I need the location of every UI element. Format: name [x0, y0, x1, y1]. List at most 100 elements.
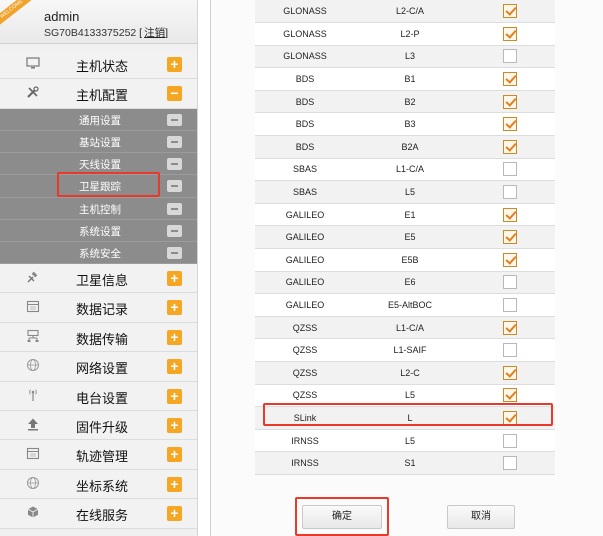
minus-icon: [167, 158, 182, 171]
menu-item-network-settings[interactable]: 网络设置 +: [0, 352, 197, 382]
checkbox-cell: [465, 135, 555, 159]
track-checkbox[interactable]: [503, 456, 517, 471]
expand-plus-icon[interactable]: +: [167, 388, 182, 404]
user-header: WELCOME admin SG70B4133375252 [注销]: [0, 0, 197, 44]
track-checkbox[interactable]: [503, 72, 517, 87]
table-row: GALILEO E5B: [255, 248, 555, 272]
signal-cell: L5: [355, 384, 465, 408]
cancel-button[interactable]: 取消: [447, 505, 515, 529]
track-checkbox[interactable]: [503, 410, 517, 425]
device-serial: SG70B4133375252: [44, 27, 137, 39]
table-row: GLONASS L2-P: [255, 22, 555, 46]
gnss-system-cell: GLONASS: [255, 22, 355, 46]
table-row: GALILEO E5-AltBOC: [255, 293, 555, 317]
menu-item-label: 轨迹管理: [76, 449, 129, 465]
track-checkbox[interactable]: [503, 162, 517, 177]
menu-item-coordinate-system[interactable]: 坐标系统 +: [0, 469, 197, 500]
track-checkbox[interactable]: [503, 139, 517, 154]
expand-plus-icon[interactable]: +: [167, 418, 182, 434]
menu-item-host-status[interactable]: 主机状态 +: [0, 50, 197, 80]
gnss-system-cell: GALILEO: [255, 293, 355, 317]
table-row: QZSS L2-C: [255, 361, 555, 385]
expand-plus-icon[interactable]: +: [167, 476, 182, 492]
track-checkbox[interactable]: [503, 433, 517, 448]
submenu-item-base-station[interactable]: 基站设置: [0, 131, 197, 154]
submenu-label: 卫星跟踪: [79, 181, 121, 194]
radio-icon: [25, 388, 41, 404]
menu-item-label: 坐标系统: [76, 478, 129, 494]
submenu-item-system-settings[interactable]: 系统设置: [0, 220, 197, 242]
menu-item-label: 数据传输: [76, 331, 129, 347]
menu-item-firmware-upgrade[interactable]: 固件升级 +: [0, 411, 197, 441]
globe-icon: [25, 358, 41, 374]
table-row: GLONASS L2-C/A: [255, 0, 555, 24]
track-checkbox[interactable]: [503, 4, 517, 19]
minus-icon: [167, 180, 182, 193]
track-checkbox[interactable]: [503, 275, 517, 290]
table-row: SBAS L5: [255, 180, 555, 204]
table-row: QZSS L5: [255, 384, 555, 408]
expand-plus-icon[interactable]: +: [167, 57, 182, 72]
submenu-item-host-control[interactable]: 主机控制: [0, 198, 197, 220]
checkbox-cell: [465, 22, 555, 46]
submenu-item-system-security[interactable]: 系统安全: [0, 242, 197, 265]
expand-plus-icon[interactable]: +: [167, 359, 182, 375]
checkbox-cell: [465, 203, 555, 227]
gnss-system-cell: SBAS: [255, 158, 355, 182]
gnss-system-cell: QZSS: [255, 338, 355, 362]
expand-plus-icon[interactable]: +: [167, 506, 182, 522]
checkbox-cell: [465, 406, 555, 430]
signal-cell: E1: [355, 203, 465, 227]
submenu-item-general[interactable]: 通用设置: [0, 109, 197, 131]
monitor-icon: [25, 56, 41, 72]
expand-plus-icon[interactable]: +: [167, 329, 182, 345]
track-checkbox[interactable]: [503, 117, 517, 132]
host-config-submenu: 通用设置 基站设置 天线设置 卫星跟踪 主机控制 系统设置 系统安全: [0, 108, 197, 265]
signal-cell: B2A: [355, 135, 465, 159]
track-checkbox[interactable]: [503, 320, 517, 335]
submenu-item-antenna[interactable]: 天线设置: [0, 153, 197, 176]
track-checkbox[interactable]: [503, 94, 517, 109]
submenu-label: 主机控制: [79, 203, 121, 216]
checkbox-cell: [465, 180, 555, 204]
track-checkbox[interactable]: [503, 388, 517, 403]
gnss-system-cell: SLink: [255, 406, 355, 430]
gnss-system-cell: GLONASS: [255, 45, 355, 69]
track-checkbox[interactable]: [503, 230, 517, 245]
track-checkbox[interactable]: [503, 298, 517, 313]
signal-cell: B1: [355, 67, 465, 91]
checkbox-cell: [465, 338, 555, 362]
track-checkbox[interactable]: [503, 49, 517, 64]
table-row: GALILEO E1: [255, 203, 555, 227]
gnss-system-cell: GALILEO: [255, 203, 355, 227]
checkbox-cell: [465, 248, 555, 272]
expand-plus-icon[interactable]: +: [167, 300, 182, 316]
expand-plus-icon[interactable]: +: [167, 447, 182, 463]
calendar-icon: [25, 299, 41, 315]
expand-plus-icon[interactable]: +: [167, 271, 182, 287]
menu-item-online-service[interactable]: 在线服务 +: [0, 499, 197, 529]
submenu-item-satellite-tracking[interactable]: 卫星跟踪: [0, 175, 197, 198]
menu-item-satellite-info[interactable]: 卫星信息 +: [0, 264, 197, 294]
menu-item-radio-settings[interactable]: 电台设置 +: [0, 381, 197, 412]
logout-link[interactable]: 注销: [144, 27, 165, 39]
track-checkbox[interactable]: [503, 343, 517, 358]
menu-item-data-record[interactable]: 数据记录 +: [0, 293, 197, 323]
track-checkbox[interactable]: [503, 365, 517, 380]
track-checkbox[interactable]: [503, 252, 517, 267]
signal-cell: L1-SAIF: [355, 338, 465, 362]
track-checkbox[interactable]: [503, 185, 517, 200]
menu-item-data-transfer[interactable]: 数据传输 +: [0, 322, 197, 353]
confirm-button[interactable]: 确定: [302, 505, 382, 529]
collapse-minus-icon[interactable]: −: [167, 86, 182, 102]
table-row: GALILEO E6: [255, 271, 555, 295]
menu-item-label: 主机配置: [76, 88, 129, 104]
minus-icon: [167, 224, 182, 237]
menu-item-host-config[interactable]: 主机配置 −: [0, 79, 197, 109]
track-checkbox[interactable]: [503, 26, 517, 41]
menu-item-track-management[interactable]: 轨迹管理 +: [0, 440, 197, 470]
signal-cell: L5: [355, 180, 465, 204]
signal-cell: L2-P: [355, 22, 465, 46]
track-checkbox[interactable]: [503, 207, 517, 222]
gnss-system-cell: GLONASS: [255, 0, 355, 24]
